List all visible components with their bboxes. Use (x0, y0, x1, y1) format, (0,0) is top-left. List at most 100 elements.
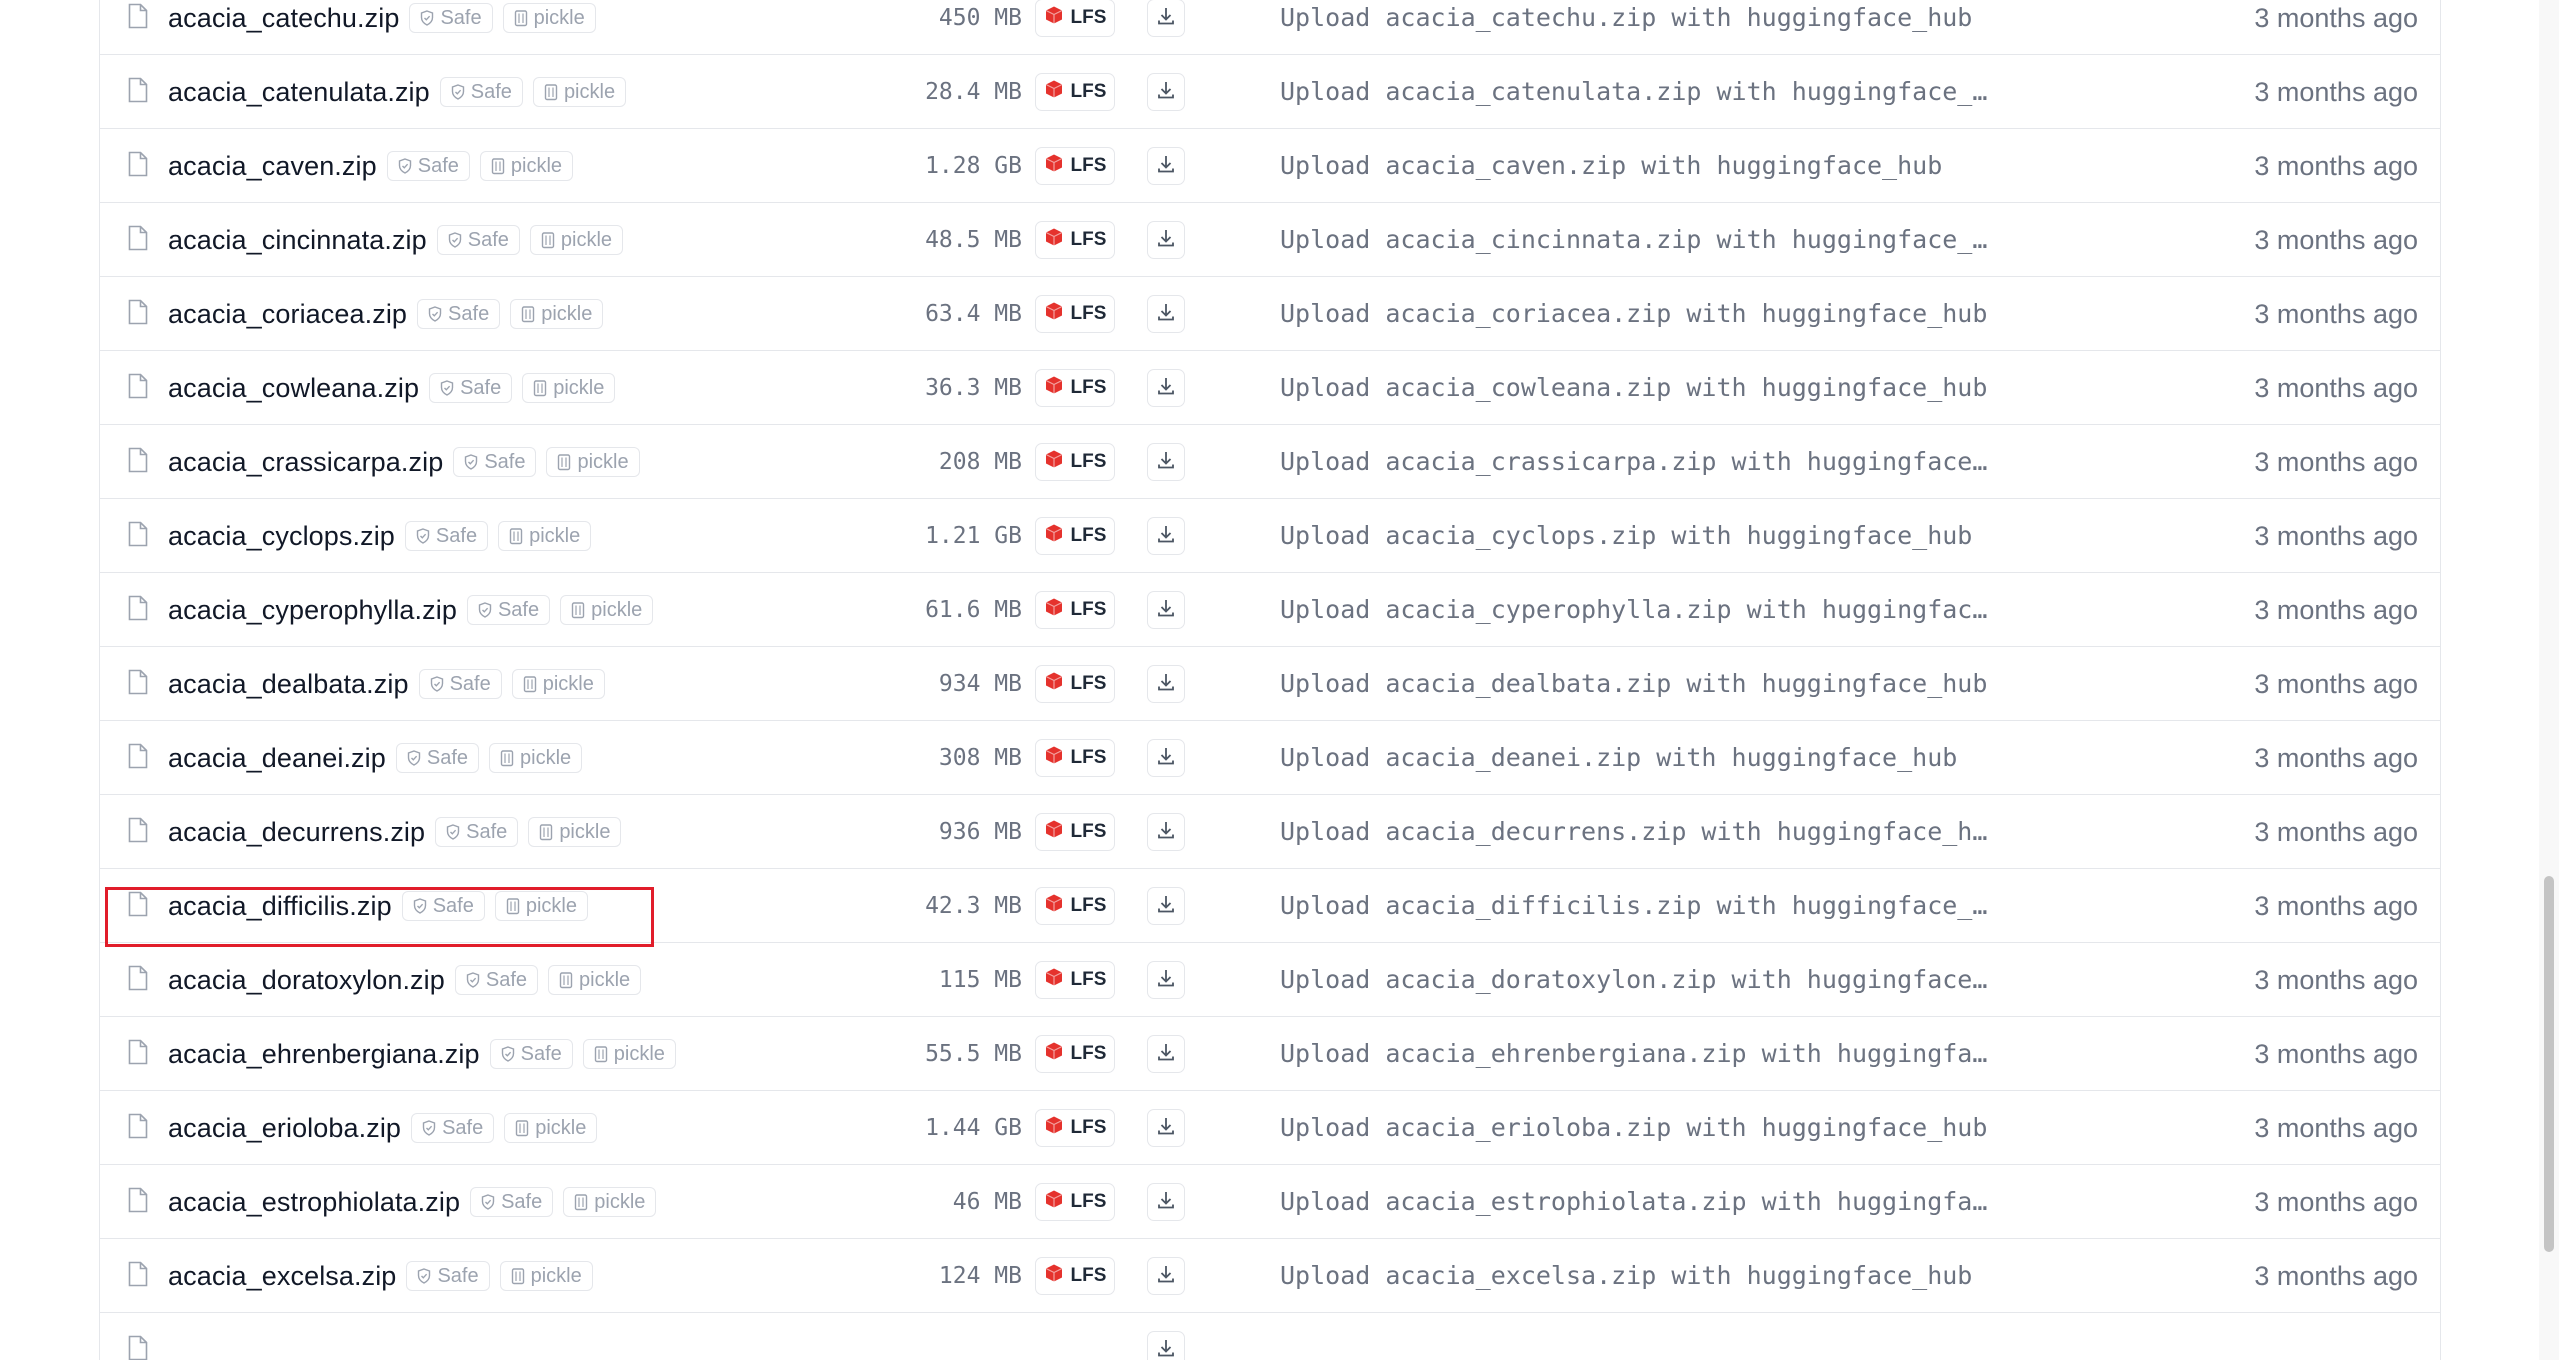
download-button[interactable] (1147, 1109, 1185, 1147)
download-button[interactable] (1147, 1257, 1185, 1295)
lfs-badge[interactable]: LFS (1035, 887, 1115, 925)
safe-badge[interactable]: Safe (454, 965, 539, 995)
pickle-badge[interactable]: pickle (560, 595, 654, 625)
download-button[interactable] (1147, 73, 1185, 111)
download-button[interactable] (1147, 295, 1185, 333)
commit-message-link[interactable]: Upload acacia_cincinnata.zip with huggin… (1280, 203, 2020, 277)
file-name-link[interactable]: acacia_caven.zip (168, 151, 377, 182)
lfs-badge[interactable]: LFS (1035, 591, 1115, 629)
file-name-link[interactable]: acacia_cowleana.zip (168, 373, 419, 404)
commit-message-link[interactable]: Upload acacia_doratoxylon.zip with huggi… (1280, 943, 2020, 1017)
file-name-link[interactable]: acacia_catechu.zip (168, 3, 399, 34)
lfs-badge[interactable]: LFS (1035, 739, 1115, 777)
lfs-badge[interactable]: LFS (1035, 1183, 1115, 1221)
download-button[interactable] (1147, 1183, 1185, 1221)
lfs-badge[interactable]: LFS (1035, 369, 1115, 407)
safe-badge[interactable]: Safe (435, 817, 519, 847)
commit-message-link[interactable]: Upload acacia_erioloba.zip with huggingf… (1280, 1091, 2020, 1165)
scrollbar-thumb[interactable] (2544, 876, 2554, 1252)
file-name-link[interactable]: acacia_erioloba.zip (168, 1113, 401, 1144)
pickle-badge[interactable]: pickle (499, 1261, 593, 1291)
safe-badge[interactable]: Safe (411, 1113, 495, 1143)
download-button[interactable] (1147, 591, 1185, 629)
commit-message-link[interactable]: Upload acacia_coriacea.zip with huggingf… (1280, 277, 2020, 351)
download-button[interactable] (1147, 443, 1185, 481)
commit-message-link[interactable]: Upload acacia_estrophiolata.zip with hug… (1280, 1165, 2020, 1239)
safe-badge[interactable]: Safe (417, 299, 501, 329)
lfs-badge[interactable]: LFS (1035, 295, 1115, 333)
pickle-badge[interactable]: pickle (489, 743, 583, 773)
download-button[interactable] (1147, 517, 1185, 555)
safe-badge[interactable]: Safe (470, 1187, 554, 1217)
file-name-link[interactable]: acacia_doratoxylon.zip (168, 965, 445, 996)
download-button[interactable] (1147, 369, 1185, 407)
commit-message-link[interactable]: Upload acacia_ehrenbergiana.zip with hug… (1280, 1017, 2020, 1091)
commit-message-link[interactable]: Upload acacia_cyperophylla.zip with hugg… (1280, 573, 2020, 647)
safe-badge[interactable]: Safe (429, 373, 513, 403)
download-button[interactable] (1147, 147, 1185, 185)
lfs-badge[interactable]: LFS (1035, 73, 1115, 111)
safe-badge[interactable]: Safe (439, 77, 523, 107)
commit-message-link[interactable]: Upload acacia_catechu.zip with huggingfa… (1280, 0, 2020, 55)
pickle-badge[interactable]: pickle (498, 521, 592, 551)
lfs-badge[interactable]: LFS (1035, 1035, 1115, 1073)
file-name-link[interactable]: acacia_excelsa.zip (168, 1261, 396, 1292)
file-name-link[interactable]: acacia_coriacea.zip (168, 299, 407, 330)
commit-message-link[interactable]: Upload acacia_catenulata.zip with huggin… (1280, 55, 2020, 129)
lfs-badge[interactable]: LFS (1035, 221, 1115, 259)
file-name-link[interactable]: acacia_cyperophylla.zip (168, 595, 457, 626)
lfs-badge[interactable]: LFS (1035, 1109, 1115, 1147)
download-button[interactable] (1147, 739, 1185, 777)
pickle-badge[interactable]: pickle (529, 225, 624, 255)
commit-message-link[interactable]: Upload acacia_cyclops.zip with huggingfa… (1280, 499, 2020, 573)
pickle-badge[interactable]: pickle (494, 891, 588, 921)
file-name-link[interactable]: acacia_catenulata.zip (168, 77, 430, 108)
lfs-badge[interactable]: LFS (1035, 0, 1115, 37)
safe-badge[interactable]: Safe (436, 225, 520, 255)
commit-message-link[interactable]: Upload acacia_caven.zip with huggingface… (1280, 129, 2020, 203)
commit-message-link[interactable]: Upload acacia_crassicarpa.zip with huggi… (1280, 425, 2020, 499)
lfs-badge[interactable]: LFS (1035, 665, 1115, 703)
commit-message-link[interactable]: Upload acacia_deanei.zip with huggingfac… (1280, 721, 2020, 795)
file-name-link[interactable]: acacia_deanei.zip (168, 743, 386, 774)
download-button[interactable] (1147, 1035, 1185, 1073)
lfs-badge[interactable]: LFS (1035, 147, 1115, 185)
vertical-scrollbar[interactable] (2539, 0, 2559, 1360)
download-button[interactable] (1147, 665, 1185, 703)
safe-badge[interactable]: Safe (404, 521, 489, 551)
lfs-badge[interactable]: LFS (1035, 517, 1115, 555)
file-name-link[interactable]: acacia_ehrenbergiana.zip (168, 1039, 480, 1070)
commit-message-link[interactable]: Upload acacia_decurrens.zip with hugging… (1280, 795, 2020, 869)
safe-badge[interactable]: Safe (409, 3, 493, 33)
download-button[interactable] (1147, 1331, 1185, 1360)
pickle-badge[interactable]: pickle (522, 373, 616, 403)
pickle-badge[interactable]: pickle (510, 299, 604, 329)
lfs-badge[interactable]: LFS (1035, 813, 1115, 851)
pickle-badge[interactable]: pickle (563, 1187, 657, 1217)
file-name-link[interactable]: acacia_estrophiolata.zip (168, 1187, 460, 1218)
lfs-badge[interactable]: LFS (1035, 1257, 1115, 1295)
safe-badge[interactable]: Safe (466, 595, 551, 625)
download-button[interactable] (1147, 887, 1185, 925)
commit-message-link[interactable]: Upload acacia_cowleana.zip with huggingf… (1280, 351, 2020, 425)
safe-badge[interactable]: Safe (406, 1261, 490, 1291)
file-name-link[interactable]: acacia_decurrens.zip (168, 817, 425, 848)
pickle-badge[interactable]: pickle (502, 3, 596, 33)
pickle-badge[interactable]: pickle (504, 1113, 598, 1143)
file-name-link[interactable]: acacia_dealbata.zip (168, 669, 409, 700)
lfs-badge[interactable]: LFS (1035, 961, 1115, 999)
safe-badge[interactable]: Safe (401, 891, 485, 921)
lfs-badge[interactable]: LFS (1035, 443, 1115, 481)
file-name-link[interactable]: acacia_difficilis.zip (168, 891, 392, 922)
commit-message-link[interactable] (1280, 1313, 2020, 1360)
pickle-badge[interactable]: pickle (528, 817, 622, 847)
file-name-link[interactable]: acacia_crassicarpa.zip (168, 447, 443, 478)
download-button[interactable] (1147, 961, 1185, 999)
safe-badge[interactable]: Safe (386, 151, 470, 181)
file-name-link[interactable]: acacia_cincinnata.zip (168, 225, 427, 256)
download-button[interactable] (1147, 813, 1185, 851)
safe-badge[interactable]: Safe (418, 669, 502, 699)
safe-badge[interactable]: Safe (395, 743, 480, 773)
safe-badge[interactable]: Safe (453, 447, 537, 477)
file-name-link[interactable]: acacia_cyclops.zip (168, 521, 395, 552)
